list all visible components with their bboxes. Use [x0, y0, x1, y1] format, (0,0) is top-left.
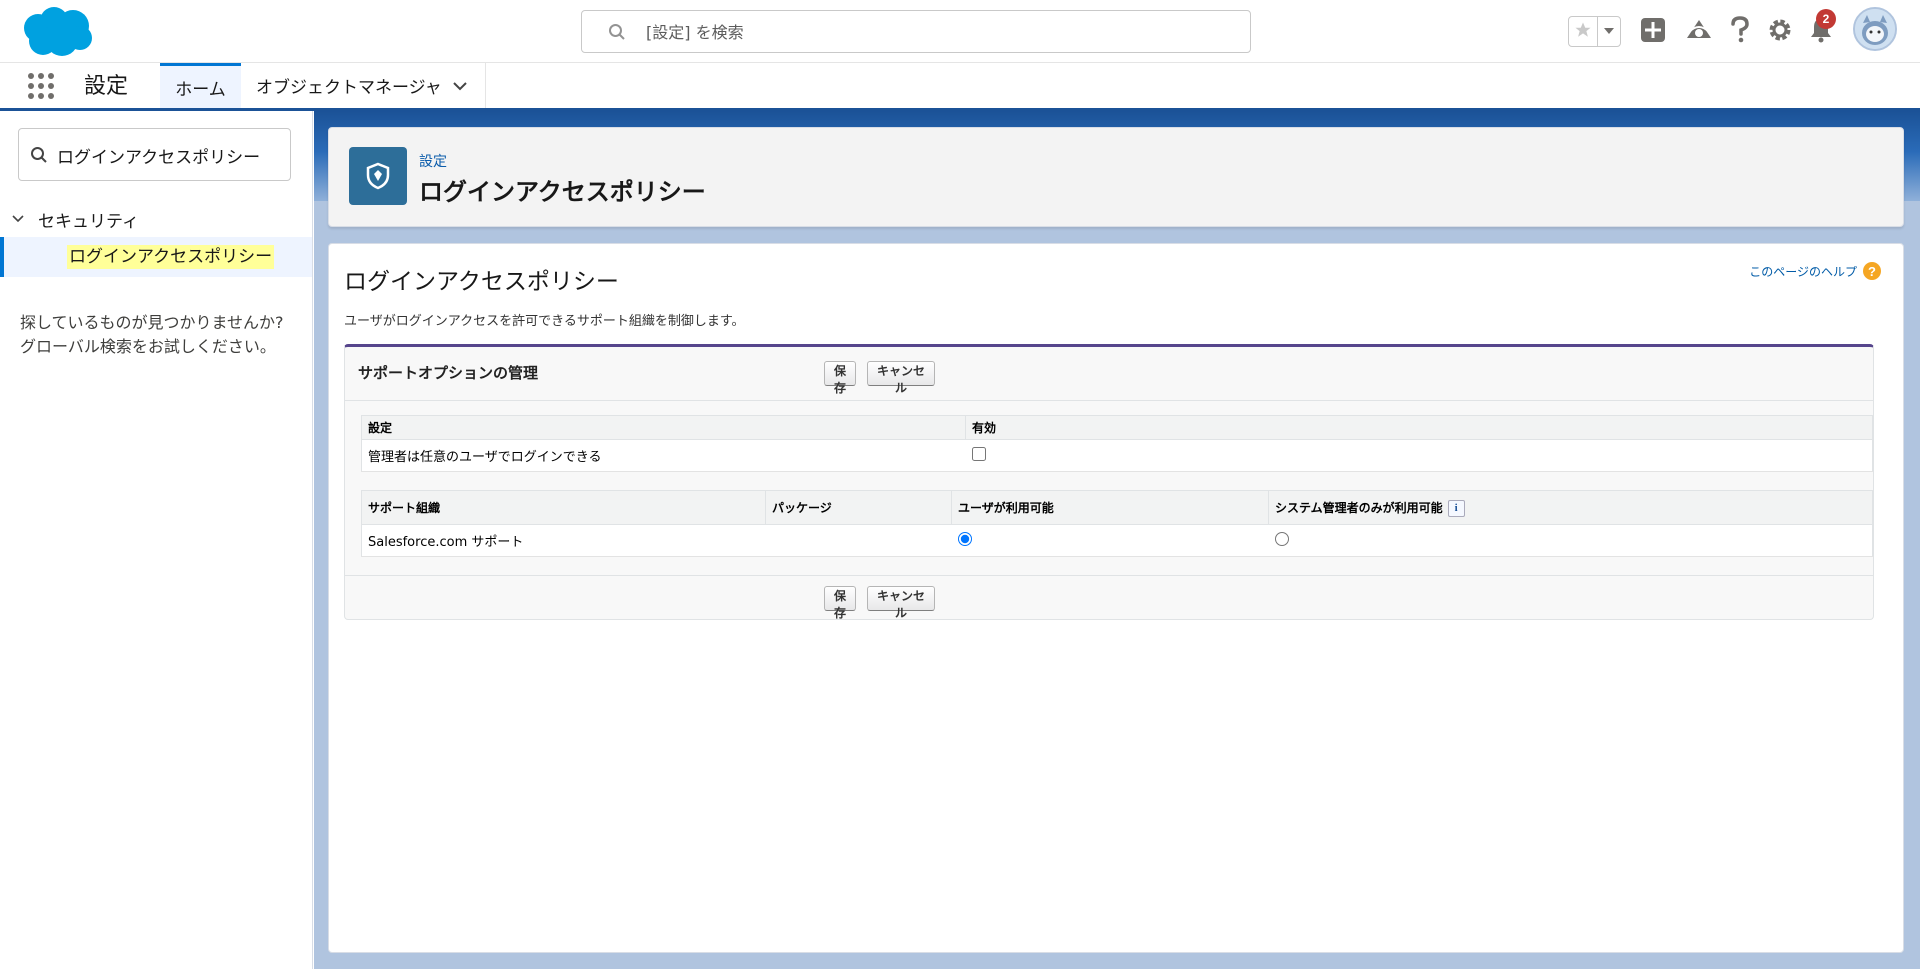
admin-only-cell: [1268, 524, 1873, 557]
block-footer: 保存 キャンセル: [345, 575, 1873, 620]
help-icon: [1729, 16, 1751, 48]
no-results-line-1: 探しているものが見つかりませんか?: [20, 313, 284, 332]
column-header: サポート組織: [361, 490, 766, 525]
content-description: ユーザがログインアクセスを許可できるサポート組織を制御します。: [344, 314, 745, 329]
save-button-top[interactable]: 保存: [824, 361, 856, 395]
star-icon: [1574, 21, 1592, 43]
table-row: 管理者は任意のユーザでログインできる: [361, 439, 1873, 472]
favorite-star-button[interactable]: [1569, 17, 1599, 46]
search-icon: [30, 146, 48, 164]
user-available-cell: [951, 524, 1269, 557]
save-button-bottom[interactable]: 保存: [824, 586, 856, 620]
support-org-name: Salesforce.com サポート: [361, 524, 766, 557]
app-name: 設定: [84, 74, 129, 99]
no-results-hint: 探しているものが見つかりませんか? グローバル検索をお試しください。: [20, 311, 284, 359]
column-header: 設定: [361, 415, 966, 440]
tree-item-login-access-policy[interactable]: ログインアクセスポリシー: [0, 237, 312, 277]
block-header: サポートオプションの管理 保存 キャンセル: [345, 347, 1873, 401]
tree-item-label: ログインアクセスポリシー: [67, 245, 275, 269]
salesforce-cloud-logo[interactable]: [18, 6, 94, 58]
column-header: パッケージ: [765, 490, 952, 525]
waffle-icon: [26, 73, 56, 105]
app-launcher-button[interactable]: [26, 71, 58, 103]
quick-find-box[interactable]: [18, 128, 291, 181]
tab-object-manager-label: オブジェクトマネージャ: [256, 78, 442, 98]
page-header: 設定 ログインアクセスポリシー: [328, 127, 1904, 227]
setup-gear-button[interactable]: [1764, 16, 1796, 48]
column-header: ユーザが利用可能: [951, 490, 1269, 525]
user-available-radio[interactable]: [957, 531, 972, 546]
chevron-down-icon[interactable]: [451, 77, 469, 95]
trailhead-icon: [1685, 18, 1713, 46]
notification-badge: 2: [1816, 9, 1836, 29]
global-search-input[interactable]: [646, 17, 1206, 47]
admin-only-label: システム管理者のみが利用可能: [1275, 500, 1443, 515]
table-header-row: サポート組織 パッケージ ユーザが利用可能 システム管理者のみが利用可能 i: [361, 490, 1873, 525]
shield-icon: [349, 147, 407, 205]
no-results-line-2: グローバル検索をお試しください。: [20, 337, 276, 356]
column-header: システム管理者のみが利用可能 i: [1268, 490, 1873, 525]
help-link-group: このページのヘルプ ?: [1749, 262, 1881, 280]
support-org-package: [765, 524, 952, 557]
help-question-icon[interactable]: ?: [1863, 262, 1881, 280]
plus-icon: [1640, 17, 1666, 47]
tab-home[interactable]: ホーム: [160, 63, 241, 108]
gear-icon: [1767, 17, 1793, 47]
breadcrumb[interactable]: 設定: [419, 151, 447, 171]
block-title: サポートオプションの管理: [358, 364, 539, 382]
setting-enabled-cell: [965, 439, 1873, 472]
chevron-down-icon: [10, 211, 26, 227]
quick-find-input[interactable]: [57, 139, 277, 171]
favorites-group: [1568, 16, 1621, 47]
content-title: ログインアクセスポリシー: [344, 269, 619, 295]
global-header: 2: [0, 0, 1920, 63]
setup-sidebar: セキュリティ ログインアクセスポリシー 探しているものが見つかりませんか? グロ…: [0, 111, 313, 969]
main-area: 設定 ログインアクセスポリシー ログインアクセスポリシー このページのヘルプ ?…: [314, 111, 1920, 969]
tree-section-security[interactable]: セキュリティ: [10, 206, 139, 232]
settings-table: 設定 有効 管理者は任意のユーザでログインできる: [361, 415, 1873, 472]
help-button[interactable]: [1724, 16, 1756, 48]
column-header: 有効: [965, 415, 1873, 440]
table-header-row: 設定 有効: [361, 415, 1873, 440]
tab-object-manager[interactable]: オブジェクトマネージャ: [241, 63, 486, 108]
favorites-menu-button[interactable]: [1598, 17, 1620, 46]
cancel-button-top[interactable]: キャンセル: [867, 361, 935, 395]
help-for-this-page-link[interactable]: このページのヘルプ: [1749, 263, 1857, 280]
content-panel: ログインアクセスポリシー このページのヘルプ ? ユーザがログインアクセスを許可…: [328, 243, 1904, 953]
global-actions-button[interactable]: [1637, 16, 1669, 48]
tab-home-label: ホーム: [175, 79, 226, 100]
global-search-box[interactable]: [581, 10, 1251, 53]
page-title: ログインアクセスポリシー: [419, 178, 706, 206]
admin-only-radio[interactable]: [1274, 531, 1289, 546]
search-icon: [608, 23, 626, 41]
info-icon[interactable]: i: [1447, 499, 1465, 517]
setting-label: 管理者は任意のユーザでログインできる: [361, 439, 966, 472]
table-row: Salesforce.com サポート: [361, 524, 1873, 557]
admin-login-as-any-user-checkbox[interactable]: [971, 446, 986, 461]
chevron-down-icon: [1603, 22, 1615, 41]
support-options-block: サポートオプションの管理 保存 キャンセル 設定 有効 管理者は任意のユーザでロ…: [344, 344, 1874, 620]
avatar[interactable]: [1853, 7, 1897, 51]
trailhead-button[interactable]: [1683, 16, 1715, 48]
tree-section-label: セキュリティ: [38, 211, 139, 232]
context-bar: 設定 ホーム オブジェクトマネージャ: [0, 63, 1920, 111]
support-org-table: サポート組織 パッケージ ユーザが利用可能 システム管理者のみが利用可能 i Sa…: [361, 490, 1873, 557]
cancel-button-bottom[interactable]: キャンセル: [867, 586, 935, 620]
